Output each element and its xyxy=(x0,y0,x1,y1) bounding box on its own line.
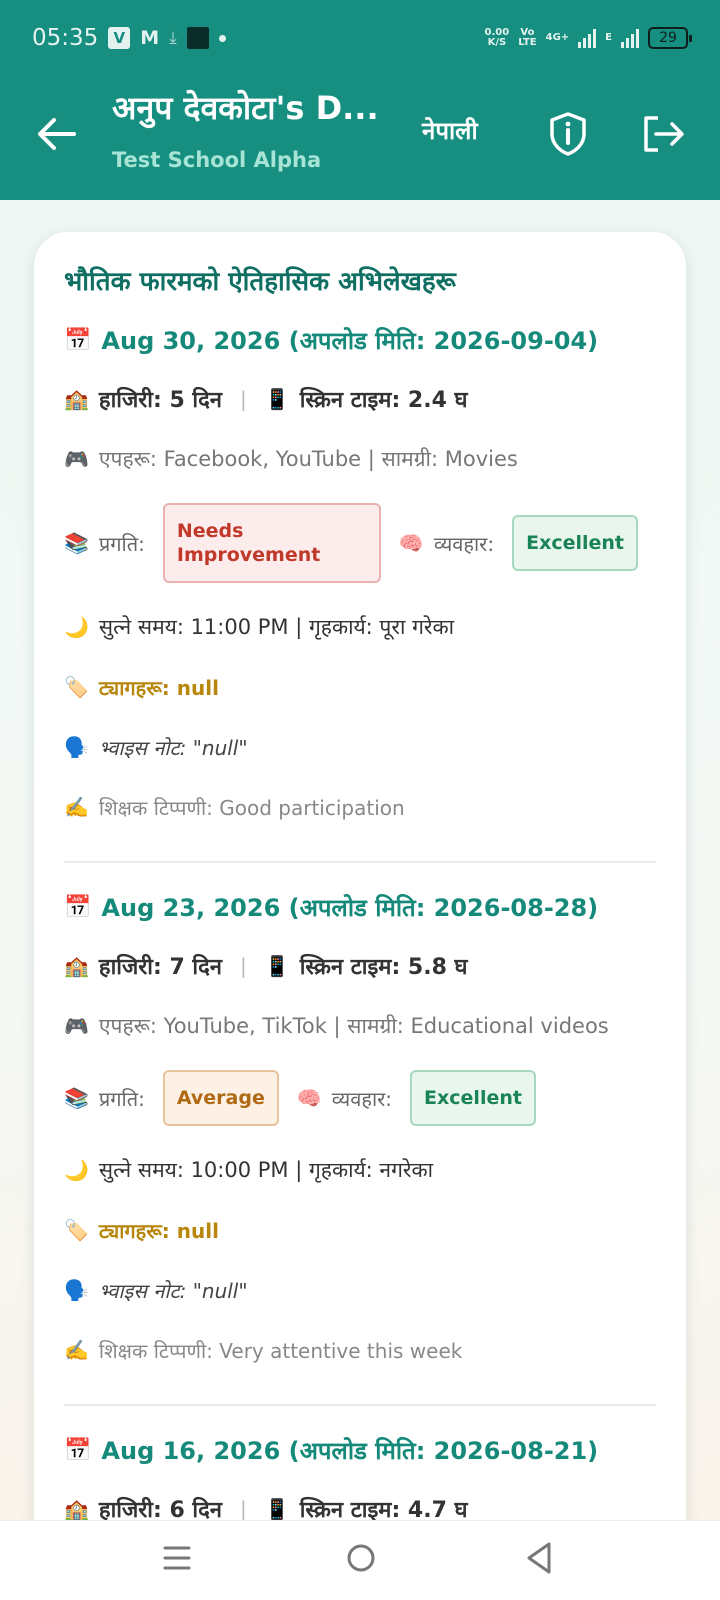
screen-time-value: स्क्रिन टाइम: 2.4 घ xyxy=(299,388,468,413)
divider: | xyxy=(240,387,247,411)
apps-row: 🎮 एपहरू: YouTube, TikTok | सामग्री: Educ… xyxy=(64,1010,656,1042)
progress-behavior-row: 📚 प्रगति: Needs Improvement 🧠 व्यवहार: E… xyxy=(64,503,656,583)
tags-text: ट्यागहरू: null xyxy=(98,675,219,700)
system-nav-bar xyxy=(0,1520,720,1600)
records-card: भौतिक फारमको ऐतिहासिक अभिलेखहरू 📅 Aug 30… xyxy=(34,232,686,1600)
sleep-row: 🌙 सुत्ने समय: 10:00 PM | गृहकार्य: नगरेक… xyxy=(64,1154,656,1186)
attendance-value: हाजिरी: 7 दिन xyxy=(98,955,223,980)
gamepad-icon: 🎮 xyxy=(64,447,89,471)
voice-icon: 🗣️ xyxy=(64,1278,89,1302)
more-notifications-dot-icon xyxy=(218,34,226,42)
voice-row: 🗣️ भ्वाइस नोट: "null" xyxy=(64,731,656,763)
calendar-icon: 📅 xyxy=(64,895,92,920)
volte-indicator: Vo LTE xyxy=(518,27,537,48)
school-name: Test School Alpha xyxy=(112,148,322,172)
brain-icon: 🧠 xyxy=(398,531,424,555)
behavior-badge: Excellent xyxy=(512,515,638,571)
page-title: अनुप देवकोटा's D... xyxy=(112,89,379,127)
screen-time-value: स्क्रिन टाइम: 5.8 घ xyxy=(299,955,468,980)
signal-2-icon xyxy=(621,28,639,48)
network-e-label: E xyxy=(605,32,612,43)
app-notification-icon xyxy=(186,27,209,49)
apps-content-text: एपहरू: YouTube, TikTok | सामग्री: Educat… xyxy=(98,1014,609,1038)
teacher-row: ✍️ शिक्षक टिप्पणी: Very attentive this w… xyxy=(64,1334,656,1366)
shield-info-icon[interactable] xyxy=(546,110,590,158)
calendar-icon: 📅 xyxy=(64,1438,92,1463)
phone-icon: 📱 xyxy=(264,1497,290,1521)
back-triangle-icon[interactable] xyxy=(524,1541,554,1575)
divider: | xyxy=(240,954,247,978)
attendance-value: हाजिरी: 5 दिन xyxy=(98,388,223,413)
phone-icon: 📱 xyxy=(264,954,290,978)
tags-text: ट्यागहरू: null xyxy=(98,1218,219,1243)
behavior-badge: Excellent xyxy=(410,1070,536,1126)
progress-label: प्रगति: xyxy=(98,531,145,556)
record-item: 📅 Aug 23, 2026 (अपलोड मिति: 2026-08-28) … xyxy=(64,891,656,1406)
network-4g-label: 4G+ xyxy=(545,32,570,43)
apps-content-text: एपहरू: Facebook, YouTube | सामग्री: Movi… xyxy=(98,447,518,471)
arrow-left-icon[interactable] xyxy=(34,112,78,156)
progress-badge: Needs Improvement xyxy=(162,503,381,583)
status-time: 05:35 xyxy=(32,25,99,51)
progress-behavior-row: 📚 प्रगति: Average 🧠 व्यवहार: Excellent xyxy=(64,1070,656,1126)
sleep-row: 🌙 सुत्ने समय: 11:00 PM | गृहकार्य: पूरा … xyxy=(64,611,656,643)
sleep-homework-text: सुत्ने समय: 11:00 PM | गृहकार्य: पूरा गर… xyxy=(98,615,455,639)
brain-icon: 🧠 xyxy=(296,1086,322,1110)
behavior-label: व्यवहार: xyxy=(331,1086,393,1111)
voice-note-text: भ्वाइस नोट: "null" xyxy=(98,1278,248,1303)
logout-icon[interactable] xyxy=(640,112,686,156)
card-title: भौतिक फारमको ऐतिहासिक अभिलेखहरू xyxy=(64,267,456,297)
school-icon: 🏫 xyxy=(64,954,89,978)
record-date-row: 📅 Aug 30, 2026 (अपलोड मिति: 2026-09-04) xyxy=(64,324,656,357)
voice-icon: 🗣️ xyxy=(64,735,89,759)
gamepad-icon: 🎮 xyxy=(64,1014,89,1038)
progress-badge: Average xyxy=(162,1070,279,1126)
record-item: 📅 Aug 30, 2026 (अपलोड मिति: 2026-09-04) … xyxy=(64,324,656,863)
books-icon: 📚 xyxy=(64,1086,89,1110)
behavior-label: व्यवहार: xyxy=(433,531,495,556)
tag-icon: 🏷️ xyxy=(64,1218,89,1242)
phone-icon: 📱 xyxy=(264,387,290,411)
record-date: Aug 30, 2026 (अपलोड मिति: 2026-09-04) xyxy=(101,327,599,355)
teacher-comment-text: शिक्षक टिप्पणी: Very attentive this week xyxy=(98,1338,463,1363)
menu-icon[interactable] xyxy=(162,1543,192,1573)
record-date: Aug 23, 2026 (अपलोड मिति: 2026-08-28) xyxy=(101,894,599,922)
attendance-row: 🏫 हाजिरी: 7 दिन | 📱 स्क्रिन टाइम: 5.8 घ xyxy=(64,950,656,982)
download-icon: ⤓ xyxy=(169,28,177,48)
writing-hand-icon: ✍️ xyxy=(64,1338,89,1362)
writing-hand-icon: ✍️ xyxy=(64,795,89,819)
net-speed: 0.00 K/S xyxy=(484,27,510,48)
school-icon: 🏫 xyxy=(64,1497,89,1521)
divider: | xyxy=(240,1497,247,1521)
books-icon: 📚 xyxy=(64,531,89,555)
progress-label: प्रगति: xyxy=(98,1086,145,1111)
tag-icon: 🏷️ xyxy=(64,675,89,699)
record-date-row: 📅 Aug 16, 2026 (अपलोड मिति: 2026-08-21) xyxy=(64,1434,656,1467)
sleep-homework-text: सुत्ने समय: 10:00 PM | गृहकार्य: नगरेका xyxy=(98,1158,434,1182)
record-date: Aug 16, 2026 (अपलोड मिति: 2026-08-21) xyxy=(101,1437,599,1465)
app-bar: अनुप देवकोटा's D... Test School Alpha ने… xyxy=(0,76,720,200)
battery-icon: 29 xyxy=(648,27,692,49)
voice-note-text: भ्वाइस नोट: "null" xyxy=(98,735,248,760)
moon-icon: 🌙 xyxy=(64,615,89,639)
calendar-icon: 📅 xyxy=(64,328,92,353)
tags-row: 🏷️ ट्यागहरू: null xyxy=(64,1214,656,1246)
language-toggle-button[interactable]: नेपाली xyxy=(422,114,478,147)
school-icon: 🏫 xyxy=(64,387,89,411)
teacher-comment-text: शिक्षक टिप्पणी: Good participation xyxy=(98,795,405,820)
gmail-icon: M xyxy=(140,27,160,49)
teacher-row: ✍️ शिक्षक टिप्पणी: Good participation xyxy=(64,791,656,823)
tags-row: 🏷️ ट्यागहरू: null xyxy=(64,671,656,703)
vpn-app-icon: V xyxy=(108,27,131,49)
record-date-row: 📅 Aug 23, 2026 (अपलोड मिति: 2026-08-28) xyxy=(64,891,656,924)
moon-icon: 🌙 xyxy=(64,1158,89,1182)
attendance-row: 🏫 हाजिरी: 5 दिन | 📱 स्क्रिन टाइम: 2.4 घ xyxy=(64,383,656,415)
voice-row: 🗣️ भ्वाइस नोट: "null" xyxy=(64,1274,656,1306)
apps-row: 🎮 एपहरू: Facebook, YouTube | सामग्री: Mo… xyxy=(64,443,656,475)
status-bar: 05:35 V M ⤓ 0.00 K/S Vo LTE 4G+ E 29 xyxy=(0,0,720,76)
home-circle-icon[interactable] xyxy=(346,1543,376,1573)
signal-1-icon xyxy=(578,28,597,48)
